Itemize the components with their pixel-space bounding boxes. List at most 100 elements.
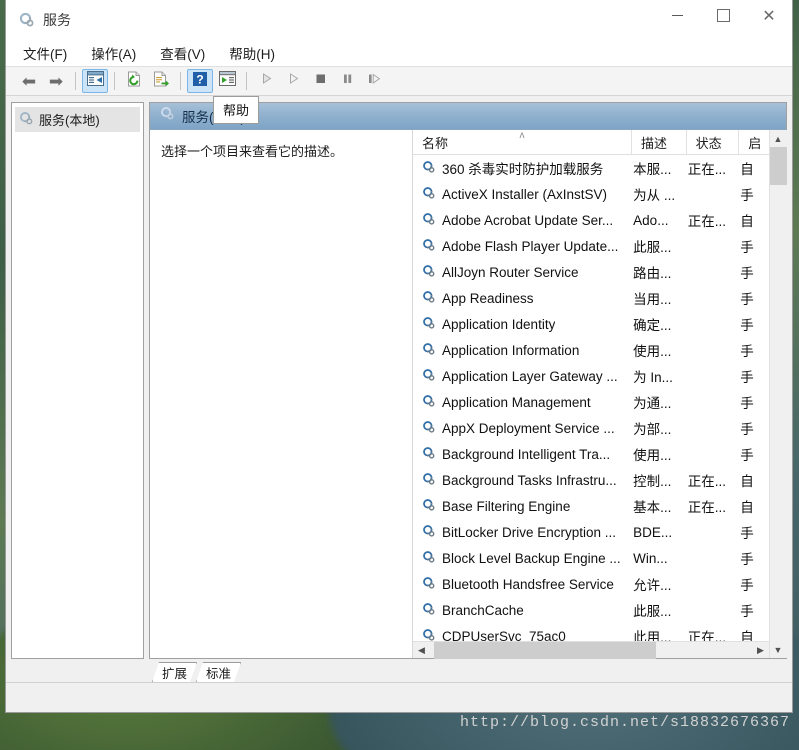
column-header-state[interactable]: 状态: [687, 130, 740, 154]
cell-description: 使用...: [633, 448, 672, 463]
scroll-left-button[interactable]: ◀: [413, 642, 430, 659]
vertical-scroll-track[interactable]: [769, 147, 787, 641]
minimize-button[interactable]: [654, 0, 700, 31]
table-row[interactable]: BranchCache 此服... 手: [413, 597, 769, 623]
table-row[interactable]: App Readiness 当用... 手: [413, 285, 769, 311]
horizontal-scrollbar[interactable]: ◀ ▶: [413, 641, 769, 659]
table-row[interactable]: CDPUserSvc_75ac0 此用... 正在... 自: [413, 623, 769, 641]
close-button[interactable]: ✕: [746, 0, 792, 31]
table-row[interactable]: Background Tasks Infrastru... 控制... 正在... 自: [413, 467, 769, 493]
scroll-right-button[interactable]: ▶: [752, 642, 769, 659]
arrow-left-icon: ⬅: [21, 71, 37, 91]
cell-startup-type: 手: [740, 292, 754, 307]
menu-view[interactable]: 查看(V): [159, 41, 206, 65]
table-row[interactable]: Adobe Flash Player Update... 此服... 手: [413, 233, 769, 259]
cell-startup-type: 自: [740, 162, 754, 177]
service-description-text: 选择一个项目来查看它的描述。: [161, 144, 344, 159]
start-service-button[interactable]: [253, 69, 279, 93]
service-name-label: Application Identity: [442, 316, 556, 332]
table-row[interactable]: Adobe Acrobat Update Ser... Ado... 正在... 自: [413, 207, 769, 233]
window-title: 服务: [43, 12, 71, 28]
service-description-panel: 选择一个项目来查看它的描述。: [150, 130, 412, 658]
cell-startup-type: 手: [740, 344, 754, 359]
table-row[interactable]: Application Layer Gateway ... 为 In... 手: [413, 363, 769, 389]
cell-state: 正在...: [687, 214, 726, 229]
column-header-name[interactable]: 名称 ʌ: [413, 130, 633, 154]
cell-startup-type: 手: [740, 396, 754, 411]
cell-startup-type: 自: [740, 474, 754, 489]
scroll-down-button[interactable]: ▼: [769, 641, 787, 658]
tree-item-services-local[interactable]: 服务(本地): [15, 107, 140, 132]
forward-button[interactable]: ➡: [43, 69, 69, 93]
column-header-startup-type-label: 启: [748, 135, 762, 151]
table-row[interactable]: 360 杀毒实时防护加载服务 本服... 正在... 自: [413, 155, 769, 181]
help-button[interactable]: ?: [187, 69, 213, 93]
horizontal-scroll-thumb[interactable]: [434, 641, 656, 659]
vertical-scrollbar[interactable]: ▲ ▼: [769, 130, 787, 658]
export-list-button[interactable]: [148, 69, 174, 93]
services-list-view: 名称 ʌ 描述 状态 启 360 杀毒实时防护加载服务 本服... 正在... …: [412, 130, 769, 659]
cell-startup-type: 自: [740, 630, 754, 641]
table-row[interactable]: Bluetooth Handsfree Service 允许... 手: [413, 571, 769, 597]
cell-state: 正在...: [687, 630, 726, 641]
pause-service-button[interactable]: [334, 69, 360, 93]
column-header-description[interactable]: 描述: [632, 130, 687, 154]
tree-item-label: 服务(本地): [39, 113, 100, 128]
stop-service-button[interactable]: [307, 69, 333, 93]
table-row[interactable]: Block Level Backup Engine ... Win... 手: [413, 545, 769, 571]
service-name-label: AppX Deployment Service ...: [442, 420, 615, 436]
table-row[interactable]: Base Filtering Engine 基本... 正在... 自: [413, 493, 769, 519]
services-gear-icon: [19, 12, 35, 28]
refresh-button[interactable]: [121, 69, 147, 93]
restart-service-button[interactable]: [280, 69, 306, 93]
service-name-label: Adobe Flash Player Update...: [442, 238, 619, 254]
cell-startup-type: 手: [740, 552, 754, 567]
cell-service-name: Adobe Acrobat Update Ser...: [413, 212, 632, 229]
status-bar: [6, 682, 792, 712]
column-header-startup-type[interactable]: 启: [739, 130, 769, 154]
table-row[interactable]: Application Identity 确定... 手: [413, 311, 769, 337]
service-gear-icon: [422, 628, 436, 642]
table-row[interactable]: Background Intelligent Tra... 使用... 手: [413, 441, 769, 467]
tab-standard[interactable]: 标准: [196, 662, 241, 682]
toolbar-separator: [180, 72, 181, 90]
console-tree-pane: 服务(本地): [11, 102, 144, 659]
table-row[interactable]: AllJoyn Router Service 路由... 手: [413, 259, 769, 285]
service-gear-icon: [422, 368, 436, 385]
menu-file[interactable]: 文件(F): [22, 41, 68, 65]
menu-help[interactable]: 帮助(H): [228, 41, 276, 65]
list-header-row: 名称 ʌ 描述 状态 启: [413, 130, 769, 155]
cell-description: 控制...: [633, 474, 672, 489]
toolbar: ⬅ ➡ ?: [6, 66, 792, 96]
table-row[interactable]: Application Information 使用... 手: [413, 337, 769, 363]
column-header-description-label: 描述: [641, 135, 668, 151]
menu-action[interactable]: 操作(A): [90, 41, 137, 65]
cell-service-name: Adobe Flash Player Update...: [413, 238, 632, 255]
show-hide-tree-button[interactable]: [82, 69, 108, 93]
tab-standard-label: 标准: [206, 667, 232, 681]
properties-button[interactable]: [214, 69, 240, 93]
maximize-button[interactable]: [700, 0, 746, 31]
cell-description: 此用...: [633, 630, 672, 641]
resume-service-button[interactable]: [361, 69, 387, 93]
stop-icon: [314, 72, 327, 90]
service-name-label: CDPUserSvc_75ac0: [442, 628, 566, 642]
scroll-up-button[interactable]: ▲: [769, 130, 787, 147]
table-row[interactable]: ActiveX Installer (AxInstSV) 为从 ... 手: [413, 181, 769, 207]
cell-description: Ado...: [633, 212, 669, 228]
cell-startup-type: 手: [740, 240, 754, 255]
service-name-label: Application Information: [442, 342, 580, 358]
window-body: 服务(本地) 服务(本地) 选择一个项目来查看它的描述。: [6, 96, 792, 659]
cell-description: 此服...: [633, 604, 672, 619]
table-row[interactable]: AppX Deployment Service ... 为部... 手: [413, 415, 769, 441]
vertical-scroll-thumb[interactable]: [769, 147, 787, 185]
service-name-label: Application Layer Gateway ...: [442, 368, 618, 384]
back-button[interactable]: ⬅: [16, 69, 42, 93]
cell-startup-type: 手: [740, 188, 754, 203]
cell-description: 当用...: [633, 292, 672, 307]
tab-extended[interactable]: 扩展: [152, 662, 197, 682]
horizontal-scroll-track[interactable]: [430, 641, 752, 659]
table-row[interactable]: BitLocker Drive Encryption ... BDE... 手: [413, 519, 769, 545]
tab-extended-label: 扩展: [162, 667, 188, 681]
table-row[interactable]: Application Management 为通... 手: [413, 389, 769, 415]
